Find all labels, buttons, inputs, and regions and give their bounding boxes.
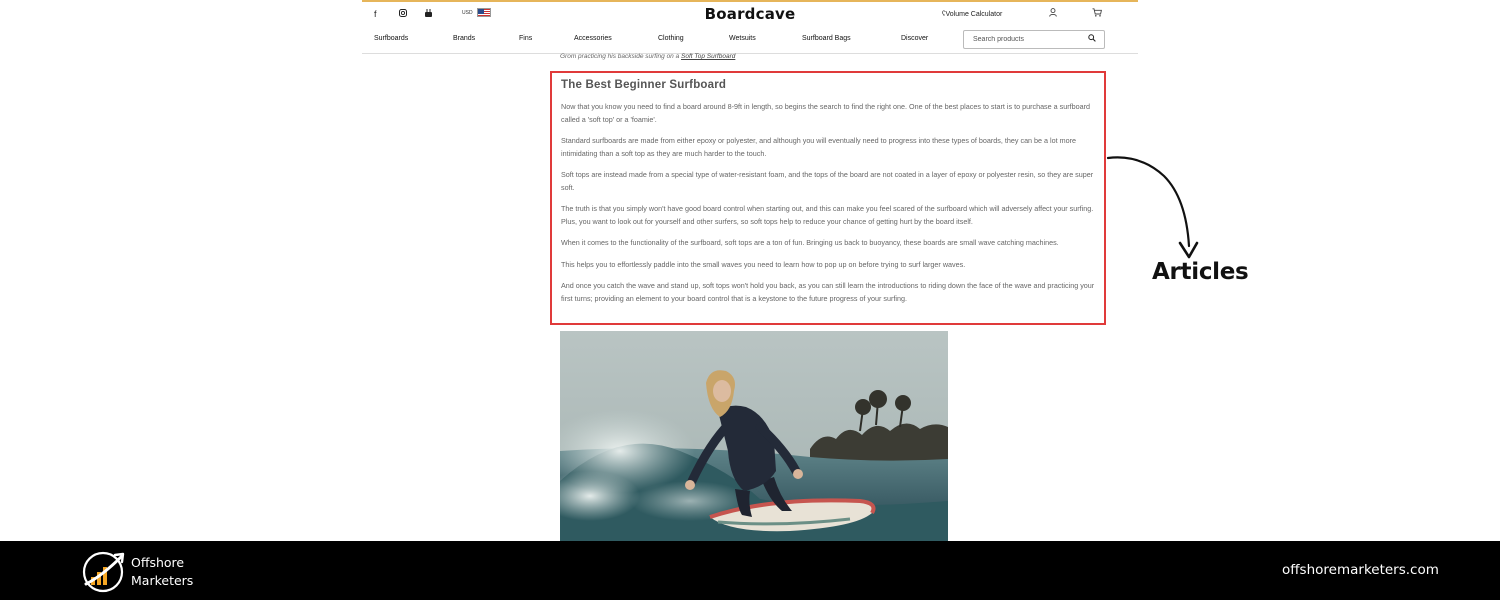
nav-clothing[interactable]: Clothing — [658, 35, 684, 42]
soft-top-surfboard-link[interactable]: Soft Top Surfboard — [681, 53, 735, 60]
nav-surfboards[interactable]: Surfboards — [374, 35, 408, 42]
website-url[interactable]: offshoremarketers.com — [1282, 562, 1439, 578]
footer-band: Offshore Marketers offshoremarketers.com — [0, 541, 1500, 600]
site-logo[interactable]: Boardcave — [362, 5, 1138, 23]
nav-wetsuits[interactable]: Wetsuits — [729, 35, 756, 42]
utility-bar: f USD Boardcave ʕVolume Calculator — [362, 2, 1138, 26]
search-input[interactable] — [964, 31, 1084, 48]
offshore-marketers-logo — [82, 551, 125, 593]
brand-name: Offshore Marketers — [131, 555, 194, 588]
article-paragraph: This helps you to effortlessly paddle in… — [561, 259, 966, 269]
article-paragraph: And once you catch the wave and stand up… — [561, 281, 1095, 303]
nav-fins[interactable]: Fins — [519, 35, 532, 42]
nav-discover[interactable]: Discover — [901, 35, 928, 42]
annotation-label: Articles — [1152, 259, 1249, 285]
article-paragraph: Soft tops are instead made from a specia… — [561, 170, 1094, 192]
article-paragraph: Standard surfboards are made from either… — [561, 136, 1077, 158]
article-highlight-box: The Best Beginner Surfboard Now that you… — [550, 71, 1106, 325]
account-icon[interactable] — [1049, 8, 1057, 19]
article-title: The Best Beginner Surfboard — [561, 79, 727, 91]
search-box — [963, 30, 1105, 49]
website-screenshot: f USD Boardcave ʕVolume Calculator Surfb… — [362, 0, 1138, 541]
surfer-photo — [560, 331, 948, 541]
cart-icon[interactable] — [1092, 8, 1102, 19]
nav-accessories[interactable]: Accessories — [574, 35, 612, 42]
article-paragraph: Now that you know you need to find a boa… — [561, 102, 1091, 124]
volume-calculator-link[interactable]: ʕVolume Calculator — [942, 11, 1002, 18]
image-caption: Grom practicing his backside surfing on … — [560, 53, 736, 60]
nav-surfboard-bags[interactable]: Surfboard Bags — [802, 35, 851, 42]
article-paragraph: When it comes to the functionality of th… — [561, 238, 1059, 247]
curved-arrow-icon — [1106, 156, 1199, 259]
search-icon[interactable] — [1088, 34, 1096, 44]
main-navigation: Surfboards Brands Fins Accessories Cloth… — [362, 26, 1138, 54]
nav-brands[interactable]: Brands — [453, 35, 475, 42]
surfer-photo-illustration — [560, 331, 948, 541]
article-paragraph: The truth is that you simply won't have … — [561, 204, 1094, 226]
